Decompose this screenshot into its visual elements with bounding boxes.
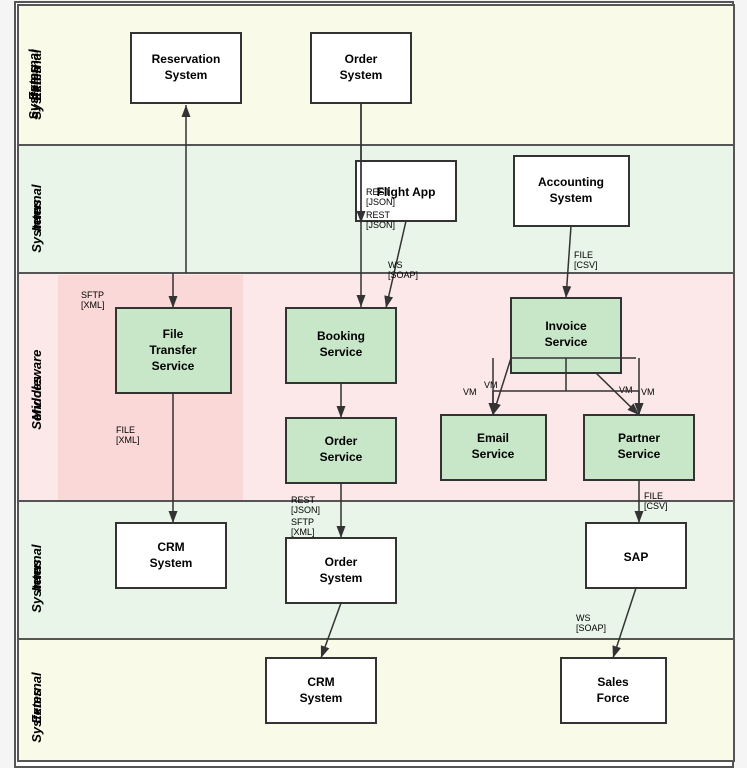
label-int-top2: Systems	[29, 199, 44, 252]
vm-label-left: VM	[463, 387, 477, 397]
partner-service-label2: Service	[617, 447, 660, 461]
crm-system-external-label: CRM	[307, 675, 334, 689]
order-system-top-label2: System	[339, 68, 382, 82]
rest-json-label2: [JSON]	[366, 220, 395, 230]
email-service-label2: Service	[471, 447, 514, 461]
label-rest-json-top: REST	[366, 187, 391, 197]
label-middleware2: Services	[29, 376, 44, 430]
sftp-xml-bottom-label: SFTP	[291, 517, 314, 527]
order-service-label2: Service	[319, 450, 362, 464]
invoice-service-label: Invoice	[545, 319, 587, 333]
order-service-label: Order	[324, 434, 357, 448]
label-ext-top2: Systems	[29, 66, 44, 119]
rest-json-bottom-label2: [JSON]	[291, 505, 320, 515]
vm-left-label: VM	[484, 380, 498, 390]
label-rest-json-top2: [JSON]	[366, 197, 395, 207]
label-ext-bot2: Systems	[29, 689, 44, 742]
ws-soap-bottom-label: WS	[576, 613, 591, 623]
file-csv-bottom-label2: [CSV]	[644, 501, 668, 511]
crm-system-external-label2: System	[299, 691, 342, 705]
vm-right-label: VM	[619, 385, 633, 395]
ws-soap-bottom-label2: [SOAP]	[576, 623, 606, 633]
rest-json-label: REST	[366, 210, 391, 220]
partner-service-label: Partner	[617, 431, 659, 445]
file-transfer-service-label2: Transfer	[149, 343, 197, 357]
booking-service-label: Booking	[317, 329, 365, 343]
order-system-top-label: Order	[344, 52, 377, 66]
file-csv-label: FILE	[574, 250, 593, 260]
file-transfer-service-label: File	[162, 327, 183, 341]
sftp-xml-label-top: SFTP	[81, 290, 104, 300]
booking-service-label2: Service	[319, 345, 362, 359]
sap-label: SAP	[623, 550, 648, 564]
ws-soap-label2: [SOAP]	[388, 270, 418, 280]
file-xml-label: FILE	[116, 425, 135, 435]
file-xml-label2: [XML]	[116, 435, 140, 445]
accounting-system-label: Accounting	[538, 175, 604, 189]
order-system-internal-label: Order	[324, 555, 357, 569]
reservation-system-label2: System	[164, 68, 207, 82]
crm-system-internal-label: CRM	[157, 540, 184, 554]
rest-json-bottom-label: REST	[291, 495, 316, 505]
sftp-xml-label-top2: [XML]	[81, 300, 105, 310]
ws-soap-label: WS	[388, 260, 403, 270]
sales-force-label2: Force	[596, 691, 629, 705]
file-csv-bottom-label: FILE	[644, 491, 663, 501]
invoice-service-label2: Service	[544, 335, 587, 349]
email-service-label: Email	[476, 431, 508, 445]
diagram-svg: External Systems External Systems Intern…	[16, 3, 736, 763]
file-csv-label2: [CSV]	[574, 260, 598, 270]
label-int-bot2: Systems	[29, 559, 44, 612]
crm-system-internal-label2: System	[149, 556, 192, 570]
sales-force-label: Sales	[597, 675, 629, 689]
sftp-xml-bottom-label2: [XML]	[291, 527, 315, 537]
order-system-internal-label2: System	[319, 571, 362, 585]
vm-label-right: VM	[641, 387, 655, 397]
file-transfer-service-label3: Service	[151, 359, 194, 373]
reservation-system-label: Reservation	[151, 52, 220, 66]
accounting-system-label2: System	[549, 191, 592, 205]
architecture-diagram: External Systems External Systems Intern…	[14, 1, 734, 768]
